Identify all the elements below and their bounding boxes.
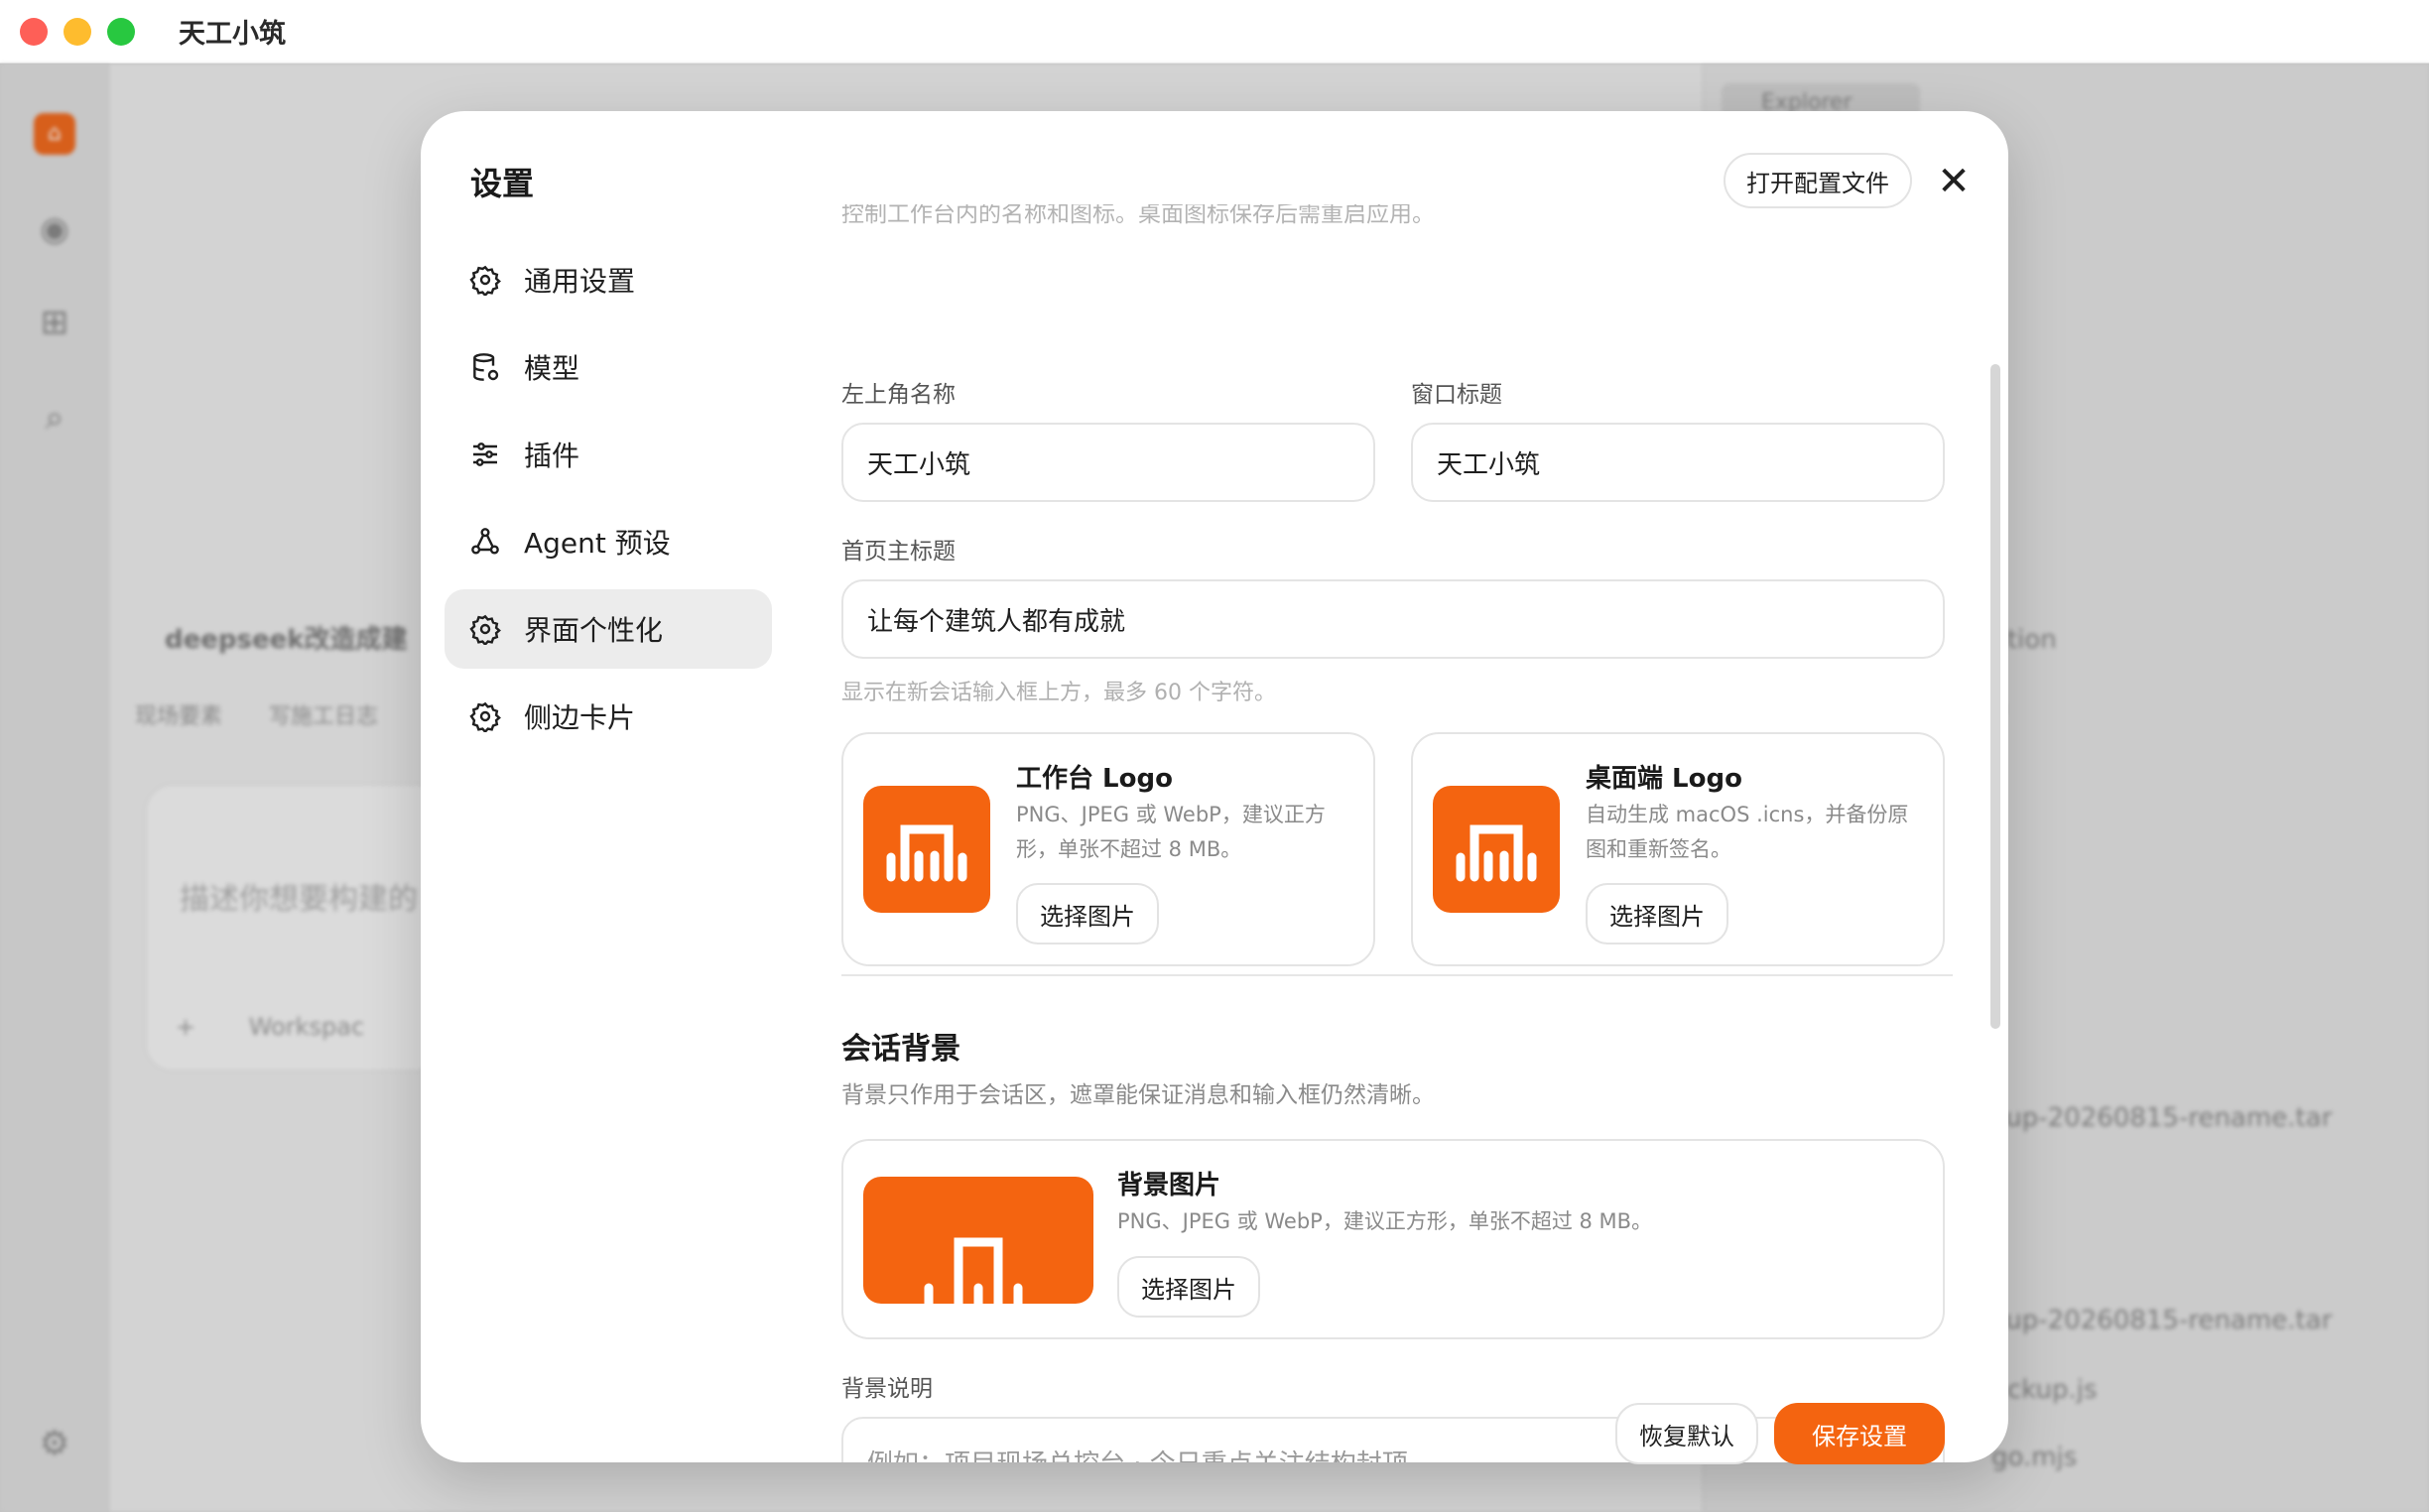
open-config-button[interactable]: 打开配置文件: [1724, 153, 1912, 208]
settings-content[interactable]: 控制工作台内的名称和图标。桌面图标保存后需重启应用。 左上角名称 窗口标题 首页…: [841, 204, 1953, 1462]
background-image-preview: [863, 1177, 1093, 1304]
database-icon: [468, 350, 502, 384]
home-title-input[interactable]: [841, 579, 1945, 659]
top-left-name-label: 左上角名称: [841, 382, 956, 408]
workbench-logo-preview: [863, 786, 990, 913]
close-window-button[interactable]: [20, 17, 48, 46]
nav-item-plugins[interactable]: 插件: [445, 415, 772, 494]
nav-label: 侧边卡片: [524, 701, 636, 734]
nav-label: 通用设置: [524, 265, 636, 298]
nav-label: 界面个性化: [524, 614, 664, 647]
gear-icon: [468, 699, 502, 733]
nav-item-sidebar-cards[interactable]: 侧边卡片: [445, 677, 772, 756]
gear-icon: [468, 612, 502, 646]
zoom-window-button[interactable]: [107, 17, 135, 46]
settings-dialog: 设置 打开配置文件 ✕ 通用设置 模型 插件 Agent 预设 界面个性化 侧边…: [421, 111, 2008, 1462]
background-image-title: 背景图片: [1117, 1171, 1221, 1200]
window-title: 天工小筑: [179, 19, 286, 50]
nav-item-model[interactable]: 模型: [445, 327, 772, 407]
nav-item-general[interactable]: 通用设置: [445, 240, 772, 319]
chat-bg-title: 会话背景: [841, 1032, 960, 1067]
chat-bg-desc: 背景只作用于会话区，遮罩能保证消息和输入框仍然清晰。: [841, 1082, 1435, 1108]
title-bar: 天工小筑: [0, 0, 2429, 63]
background-image-desc: PNG、JPEG 或 WebP，建议正方形，单张不超过 8 MB。: [1117, 1209, 1653, 1233]
workbench-logo-pick-button[interactable]: 选择图片: [1016, 883, 1159, 945]
background-image-pick-button[interactable]: 选择图片: [1117, 1256, 1260, 1318]
sliders-icon: [468, 438, 502, 471]
desktop-logo-card: 桌面端 Logo 自动生成 macOS .icns，并备份原图和重新签名。 选择…: [1411, 732, 1945, 966]
workbench-logo-card: 工作台 Logo PNG、JPEG 或 WebP，建议正方形，单张不超过 8 M…: [841, 732, 1375, 966]
desktop-logo-preview: [1433, 786, 1560, 913]
nav-label: 模型: [524, 352, 580, 385]
section-divider: [841, 974, 1953, 976]
save-settings-button[interactable]: 保存设置: [1774, 1403, 1945, 1464]
section-description-cut: 控制工作台内的名称和图标。桌面图标保存后需重启应用。: [841, 204, 1435, 227]
window-controls: [20, 17, 135, 46]
close-icon[interactable]: ✕: [1929, 157, 1979, 206]
bg-note-label: 背景说明: [841, 1376, 933, 1402]
minimize-window-button[interactable]: [64, 17, 91, 46]
home-title-hint: 显示在新会话输入框上方，最多 60 个字符。: [841, 681, 1276, 705]
nav-item-ui-personalization[interactable]: 界面个性化: [445, 589, 772, 669]
window-title-input[interactable]: [1411, 423, 1945, 502]
desktop-logo-pick-button[interactable]: 选择图片: [1586, 883, 1728, 945]
nav-item-agent-presets[interactable]: Agent 预设: [445, 502, 772, 581]
content-scrollbar[interactable]: [1990, 364, 2000, 1029]
top-left-name-input[interactable]: [841, 423, 1375, 502]
share-icon: [468, 525, 502, 559]
workbench-logo-desc: PNG、JPEG 或 WebP，建议正方形，单张不超过 8 MB。: [1016, 803, 1326, 861]
desktop-logo-title: 桌面端 Logo: [1586, 764, 1742, 794]
nav-label: Agent 预设: [524, 527, 671, 560]
desktop-logo-desc: 自动生成 macOS .icns，并备份原图和重新签名。: [1586, 803, 1909, 861]
settings-nav: 通用设置 模型 插件 Agent 预设 界面个性化 侧边卡片: [445, 240, 772, 764]
reset-default-button[interactable]: 恢复默认: [1615, 1403, 1758, 1464]
gear-icon: [468, 263, 502, 297]
window-title-label: 窗口标题: [1411, 382, 1502, 408]
background-image-card: 背景图片 PNG、JPEG 或 WebP，建议正方形，单张不超过 8 MB。 选…: [841, 1139, 1945, 1339]
nav-label: 插件: [524, 440, 580, 472]
dialog-title: 设置: [470, 165, 535, 202]
home-title-label: 首页主标题: [841, 539, 956, 565]
workbench-logo-title: 工作台 Logo: [1016, 764, 1173, 794]
